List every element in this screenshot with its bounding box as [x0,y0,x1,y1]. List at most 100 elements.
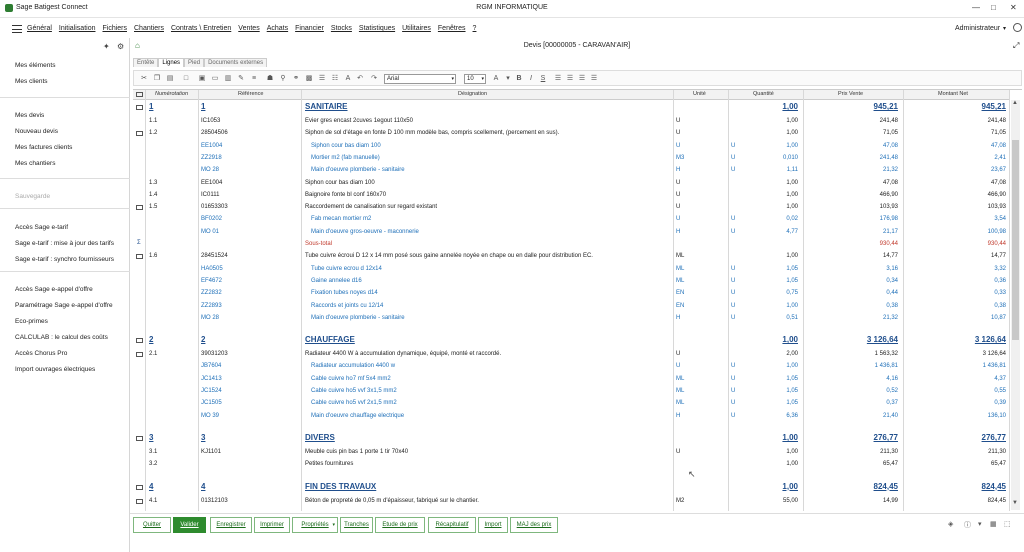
menu-item[interactable]: Utilitaires [402,25,431,32]
cell-u2[interactable]: U [731,376,735,382]
chevron-down-icon[interactable]: ▾ [332,518,335,532]
cell-qty[interactable]: 55,00 [783,498,798,504]
cell-u2[interactable]: U [731,413,735,419]
chevron-down-icon[interactable]: ▾ [1003,25,1006,32]
cell-des[interactable]: Cable cuivre ho5 vvf 2x1,5 mm2 [311,400,397,406]
cell-num[interactable]: 1 [149,102,153,111]
paste-icon[interactable]: ▤ [166,75,174,83]
menu-item[interactable]: Achats [267,25,288,32]
cell-ref[interactable]: JB7604 [201,363,221,369]
align-left-icon[interactable]: ☰ [554,75,562,83]
cell-mn[interactable]: 103,93 [988,204,1006,210]
cell-qty[interactable]: 1,00 [786,130,798,136]
cell-pv[interactable]: 21,40 [883,413,898,419]
cell-u2[interactable]: U [731,216,735,222]
cell-des[interactable]: Raccordement de canalisation sur regard … [305,204,437,210]
cell-pv[interactable]: 21,32 [883,315,898,321]
cell-pv[interactable]: 0,44 [886,290,898,296]
maximize-button[interactable]: □ [991,3,996,12]
style-icon[interactable]: A [344,75,352,83]
indent-icon[interactable]: ☰ [318,75,326,83]
undo-icon[interactable]: ↶ [356,75,364,83]
enregistrer-button[interactable]: Enregistrer [210,517,252,533]
r-capitulatif-button[interactable]: Récapitulatif [428,517,476,533]
table-row[interactable]: MO 28 Main d'oeuvre plomberie - sanitaire… [133,313,1009,325]
cell-u[interactable]: U [676,449,680,455]
align-right-icon[interactable]: ☰ [578,75,586,83]
cell-pv[interactable]: 0,37 [886,400,898,406]
cell-des[interactable]: Main d'oeuvre chauffage electrique [311,413,404,419]
cell-qty[interactable]: 1,00 [782,482,798,491]
cell-mn[interactable]: 945,21 [982,102,1006,111]
table-row[interactable]: 1.2 28504506 Siphon de sol d'étage en font… [133,128,1009,140]
cell-u[interactable]: H [676,167,680,173]
cell-ref[interactable]: JC1524 [201,388,222,394]
folder-icon[interactable] [136,338,143,344]
sidebar-item[interactable]: Sauvegarde [15,193,50,200]
quitter-button[interactable]: Quitter [133,517,171,533]
cell-des[interactable]: Siphon de sol d'étage en fonte D 100 mm … [305,130,559,136]
menu-item[interactable]: Fichiers [102,25,127,32]
cell-des[interactable]: Tube cuivre écroui D 12 x 14 mm posé sou… [305,253,593,259]
cell-ref[interactable]: JC1505 [201,400,222,406]
cell-u[interactable]: U [676,192,680,198]
cell-qty[interactable]: 1,05 [786,266,798,272]
expand-icon[interactable]: ⬚ [1004,520,1011,528]
cell-qty[interactable]: 1,00 [786,143,798,149]
cell-pv[interactable]: 241,48 [880,155,898,161]
cell-ref[interactable]: ZZ2832 [201,290,222,296]
cell-mn[interactable]: 3,54 [994,216,1006,222]
cell-qty[interactable]: 4,77 [786,229,798,235]
cell-ref[interactable]: 1 [201,102,205,111]
menu-item[interactable]: Financier [295,25,324,32]
cell-mn[interactable]: 47,08 [991,143,1006,149]
cell-des[interactable]: Baignoire fonte bl conf 160x70 [305,192,386,198]
table-row[interactable]: ZZ2893 Raccords et joints cu 12/14 EN U 1,00… [133,301,1009,313]
tag-icon[interactable]: ◈ [948,520,953,528]
cell-u[interactable]: ML [676,376,684,382]
cell-ref[interactable]: IC0111 [201,192,219,198]
cell-num[interactable]: 1.2 [149,130,157,136]
cell-u2[interactable]: U [731,266,735,272]
cell-num[interactable]: 1.3 [149,180,157,186]
menu-item[interactable]: ? [473,25,477,32]
user-menu[interactable]: Administrateur [955,25,1000,32]
redo-icon[interactable]: ↷ [370,75,378,83]
cell-mn[interactable]: 136,10 [988,413,1006,419]
cell-qty[interactable]: 1,00 [782,335,798,344]
sidebar-item[interactable]: Sage e-tarif : synchro fournisseurs [15,256,114,263]
sidebar-item[interactable]: Accès Chorus Pro [15,350,67,357]
maj-des-prix-button[interactable]: MAJ des prix [510,517,558,533]
cell-des[interactable]: Siphon cour bas diam 100 [305,180,375,186]
sidebar-item[interactable]: CALCULAB : le calcul des coûts [15,334,108,341]
cell-pv[interactable]: 4,16 [886,376,898,382]
menu-item[interactable]: Statistiques [359,25,395,32]
cell-mn[interactable]: 0,39 [994,400,1006,406]
table-row[interactable]: JC1524 Cable cuivre ho5 vvf 3x1,5 mm2 ML U 1… [133,386,1009,398]
table-row[interactable]: 3.1 KJ1101 Meuble cuis pin bas 1 porte 1 t… [133,447,1009,459]
folder-icon[interactable] [136,92,143,97]
tab[interactable]: Entête [133,58,159,67]
cell-qty[interactable]: 1,00 [786,180,798,186]
cell-mn[interactable]: 100,98 [988,229,1006,235]
cell-mn[interactable]: 71,05 [991,130,1006,136]
cell-ref[interactable]: ZZ2893 [201,303,222,309]
scroll-down-icon[interactable]: ▼ [1012,500,1018,506]
subtotal-row[interactable]: Σ Sous-total 930,44 930,44 [133,239,1009,251]
chevron-down-icon[interactable]: ▾ [978,520,982,528]
bold-icon[interactable]: B [515,75,523,83]
sidebar-item[interactable]: Paramétrage Sage e-appel d'offre [15,302,113,309]
cell-num[interactable]: 1.5 [149,204,157,210]
cell-u[interactable]: U [676,130,680,136]
cell-mn[interactable]: 211,30 [988,449,1006,455]
outdent-icon[interactable]: ☷ [331,75,339,83]
cell-mn[interactable]: 0,36 [994,278,1006,284]
table-row[interactable]: EE1004 Siphon cour bas diam 100 U U 1,00 47,0… [133,141,1009,153]
gear-icon[interactable]: ⚙ [117,42,124,51]
section-row[interactable]: 3 3 DIVERS 1,00 276,77 276,77 [133,433,1009,445]
cell-des[interactable]: Main d'oeuvre plomberie - sanitaire [311,167,405,173]
cell-u[interactable]: H [676,229,680,235]
table-row[interactable]: 1.5 01653303 Raccordement de canalisation … [133,202,1009,214]
search-icon[interactable]: ⚲ [279,75,287,83]
cell-u[interactable]: EN [676,290,684,296]
